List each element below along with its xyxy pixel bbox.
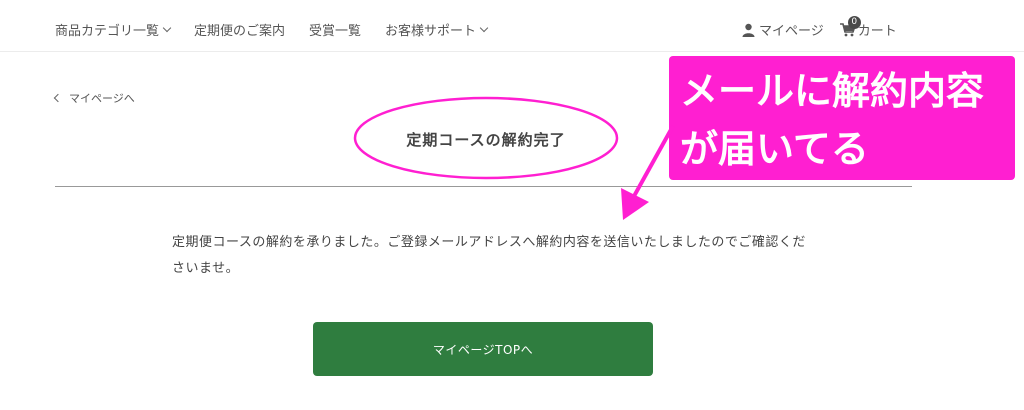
person-icon <box>742 23 755 37</box>
mypage-top-button-label: マイページTOPへ <box>432 342 534 357</box>
nav-item-support-label: お客様サポート <box>385 24 477 39</box>
mypage-top-button[interactable]: マイページTOPへ <box>313 322 653 376</box>
cart-count-badge: 0 <box>847 15 861 29</box>
chevron-down-icon <box>162 23 172 32</box>
chevron-left-icon <box>53 93 63 103</box>
annotation-line-1: メールに解約内容 <box>680 69 985 113</box>
nav-item-subscription-guide[interactable]: 定期便のご案内 <box>194 20 285 39</box>
nav-item-categories-label: 商品カテゴリ一覧 <box>55 24 160 39</box>
back-to-mypage-link[interactable]: マイページへ <box>53 90 135 106</box>
annotation-line-2: が届いてる <box>680 127 869 171</box>
title-divider <box>55 186 912 187</box>
completion-message: 定期便コースの解約を承りました。ご登録メールアドレスへ解約内容を送信いたしました… <box>172 235 806 276</box>
page-title: 定期コースの解約完了 <box>406 131 566 149</box>
back-link-label: マイページへ <box>69 92 135 105</box>
annotation-arrow-icon <box>621 125 675 220</box>
mypage-label: マイページ <box>759 24 824 39</box>
nav-item-subscription-guide-label: 定期便のご案内 <box>194 24 286 39</box>
main-menu: 商品カテゴリ一覧 定期便のご案内 受賞一覧 お客様サポート <box>55 20 511 39</box>
cart-link[interactable]: 0 カート <box>839 15 897 39</box>
cart-icon-wrap: 0 <box>839 15 861 37</box>
account-menu: マイページ 0 カート <box>742 15 913 39</box>
nav-item-categories[interactable]: 商品カテゴリ一覧 <box>55 20 172 39</box>
chevron-down-icon <box>479 23 489 32</box>
mypage-link[interactable]: マイページ <box>742 20 824 39</box>
nav-item-support[interactable]: お客様サポート <box>385 20 489 39</box>
cart-label: カート <box>857 24 897 39</box>
annotation-text: メールに解約内容 が届いてる <box>680 62 984 178</box>
nav-item-awards[interactable]: 受賞一覧 <box>309 20 361 39</box>
top-navigation: 商品カテゴリ一覧 定期便のご案内 受賞一覧 お客様サポート マイページ 0 カー… <box>0 0 1024 52</box>
nav-item-awards-label: 受賞一覧 <box>309 24 362 39</box>
